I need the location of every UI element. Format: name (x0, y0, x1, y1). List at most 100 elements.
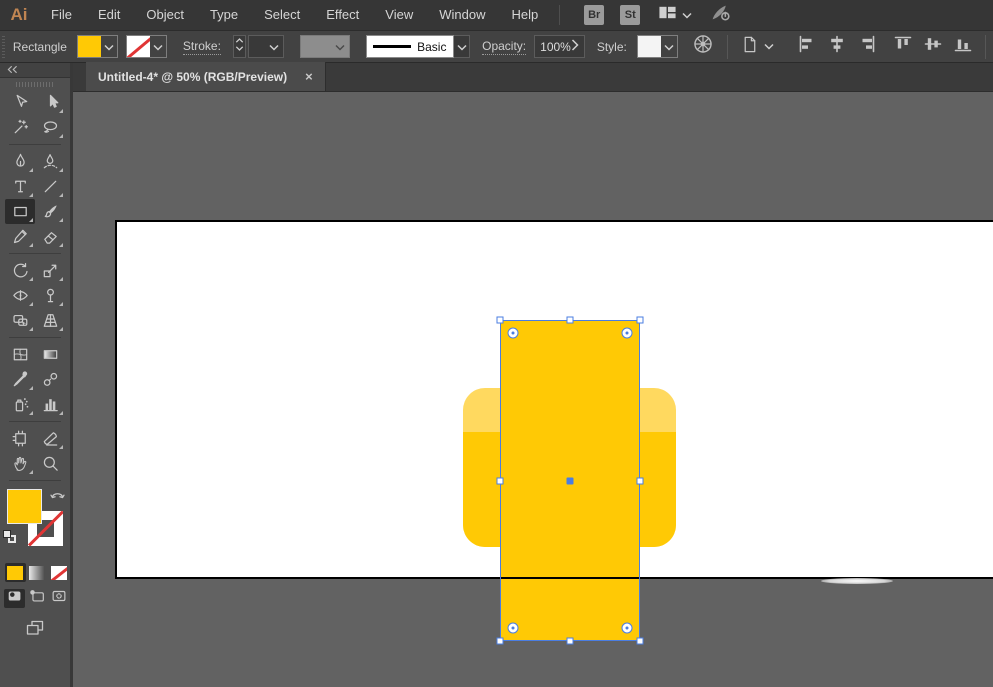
flyout-indicator (29, 218, 33, 222)
gpu-performance-button[interactable] (710, 2, 731, 28)
controlbar-grip[interactable] (2, 36, 5, 58)
toolbar-divider (9, 337, 61, 338)
tools-panel-header[interactable] (0, 63, 70, 78)
small-ellipse-shape[interactable] (821, 578, 893, 584)
menu-select[interactable]: Select (251, 0, 313, 30)
none-button[interactable] (48, 563, 69, 582)
direct-selection-tool[interactable] (35, 90, 65, 115)
curvature-tool[interactable] (35, 149, 65, 174)
draw-normal-button[interactable] (4, 589, 25, 608)
bridge-button[interactable]: Br (584, 5, 604, 25)
fill-dropdown-button[interactable] (101, 36, 117, 57)
stroke-color-control[interactable] (126, 35, 167, 58)
style-swatch[interactable] (638, 36, 661, 57)
artwork-selected-rect[interactable] (500, 320, 640, 641)
menu-help[interactable]: Help (498, 0, 551, 30)
menu-object[interactable]: Object (133, 0, 197, 30)
style-select[interactable] (637, 35, 678, 58)
hand-tool[interactable] (5, 451, 35, 476)
align-left-button[interactable] (794, 34, 820, 60)
menu-view[interactable]: View (372, 0, 426, 30)
width-profile-select[interactable] (300, 35, 350, 58)
chevron-down-icon (764, 43, 774, 50)
style-label: Style: (597, 40, 627, 54)
menu-type[interactable]: Type (197, 0, 251, 30)
align-bottom-button[interactable] (950, 34, 976, 60)
align-center-h-icon (827, 34, 847, 59)
perspective-grid-tool[interactable] (35, 308, 65, 333)
align-middle-vertical-button[interactable] (920, 34, 946, 60)
shaper-tool[interactable] (5, 224, 35, 249)
width-tool[interactable] (5, 283, 35, 308)
lasso-tool[interactable] (35, 115, 65, 140)
stroke-weight-select[interactable] (248, 35, 284, 58)
stroke-dropdown-button[interactable] (150, 36, 166, 57)
stroke-color-swatch[interactable] (127, 36, 150, 57)
flyout-indicator (29, 168, 33, 172)
menu-effect[interactable]: Effect (313, 0, 372, 30)
type-tool[interactable] (5, 174, 35, 199)
rotate-tool[interactable] (5, 258, 35, 283)
app-logo: Ai (0, 5, 38, 25)
fill-color-indicator[interactable] (7, 489, 42, 524)
zoom-tool[interactable] (35, 451, 65, 476)
stroke-label[interactable]: Stroke: (183, 39, 221, 55)
paintbrush-tool[interactable] (35, 199, 65, 224)
fill-stroke-widget (0, 485, 70, 555)
menu-window[interactable]: Window (426, 0, 498, 30)
menu-file[interactable]: File (38, 0, 85, 30)
line-segment-tool[interactable] (35, 174, 65, 199)
eraser-tool[interactable] (35, 224, 65, 249)
draw-inside-button[interactable] (48, 589, 69, 608)
menubar-divider (559, 5, 560, 25)
draw-behind-button[interactable] (26, 589, 47, 608)
draw-behind-icon (28, 587, 46, 610)
scale-tool[interactable] (35, 258, 65, 283)
puppet-warp-tool[interactable] (35, 283, 65, 308)
selection-tool[interactable] (5, 90, 35, 115)
stock-button[interactable]: St (620, 5, 640, 25)
draw-inside-icon (50, 587, 68, 610)
column-graph-tool[interactable] (35, 392, 65, 417)
magic-wand-tool[interactable] (5, 115, 35, 140)
canvas[interactable] (73, 92, 993, 687)
align-top-button[interactable] (890, 34, 916, 60)
recolor-artwork-button[interactable] (692, 33, 714, 60)
align-right-button[interactable] (854, 34, 880, 60)
artboard-tool-tool[interactable] (5, 426, 35, 451)
flyout-indicator (59, 109, 63, 113)
style-dropdown-button[interactable] (661, 36, 677, 57)
slice-tool[interactable] (35, 426, 65, 451)
gradient-tool[interactable] (35, 342, 65, 367)
tab-close-button[interactable]: × (305, 69, 313, 84)
tools-panel-grip[interactable] (0, 78, 70, 90)
blend-tool[interactable] (35, 367, 65, 392)
opacity-label[interactable]: Opacity: (482, 39, 526, 55)
align-center-horizontal-button[interactable] (824, 34, 850, 60)
swap-fill-stroke-button[interactable] (50, 488, 65, 506)
pen-tool[interactable] (5, 149, 35, 174)
menu-edit[interactable]: Edit (85, 0, 133, 30)
stroke-weight-stepper[interactable] (233, 35, 246, 58)
context-label: Rectangle (13, 40, 67, 54)
symbol-sprayer-tool[interactable] (5, 392, 35, 417)
tools-panel (0, 63, 73, 687)
workspace-switcher-button[interactable] (658, 3, 692, 27)
flyout-indicator (29, 277, 33, 281)
shape-builder-tool[interactable] (5, 308, 35, 333)
fill-color-control[interactable] (77, 35, 118, 58)
default-fill-stroke-button[interactable] (3, 530, 18, 545)
opacity-field[interactable]: 100% (534, 35, 585, 58)
mesh-tool[interactable] (5, 342, 35, 367)
document-setup-button[interactable] (740, 35, 774, 59)
brush-dropdown-button[interactable] (454, 35, 470, 58)
eyedropper-tool[interactable] (5, 367, 35, 392)
brush-definition-select[interactable]: Basic (366, 35, 470, 58)
color-button[interactable] (5, 563, 26, 582)
document-tab[interactable]: Untitled-4* @ 50% (RGB/Preview) × (86, 62, 326, 91)
swap-icon (50, 488, 65, 505)
screen-mode-button[interactable] (0, 618, 70, 643)
fill-color-swatch[interactable] (78, 36, 101, 57)
rectangle-tool[interactable] (5, 199, 35, 224)
gradient-button[interactable] (27, 563, 48, 582)
